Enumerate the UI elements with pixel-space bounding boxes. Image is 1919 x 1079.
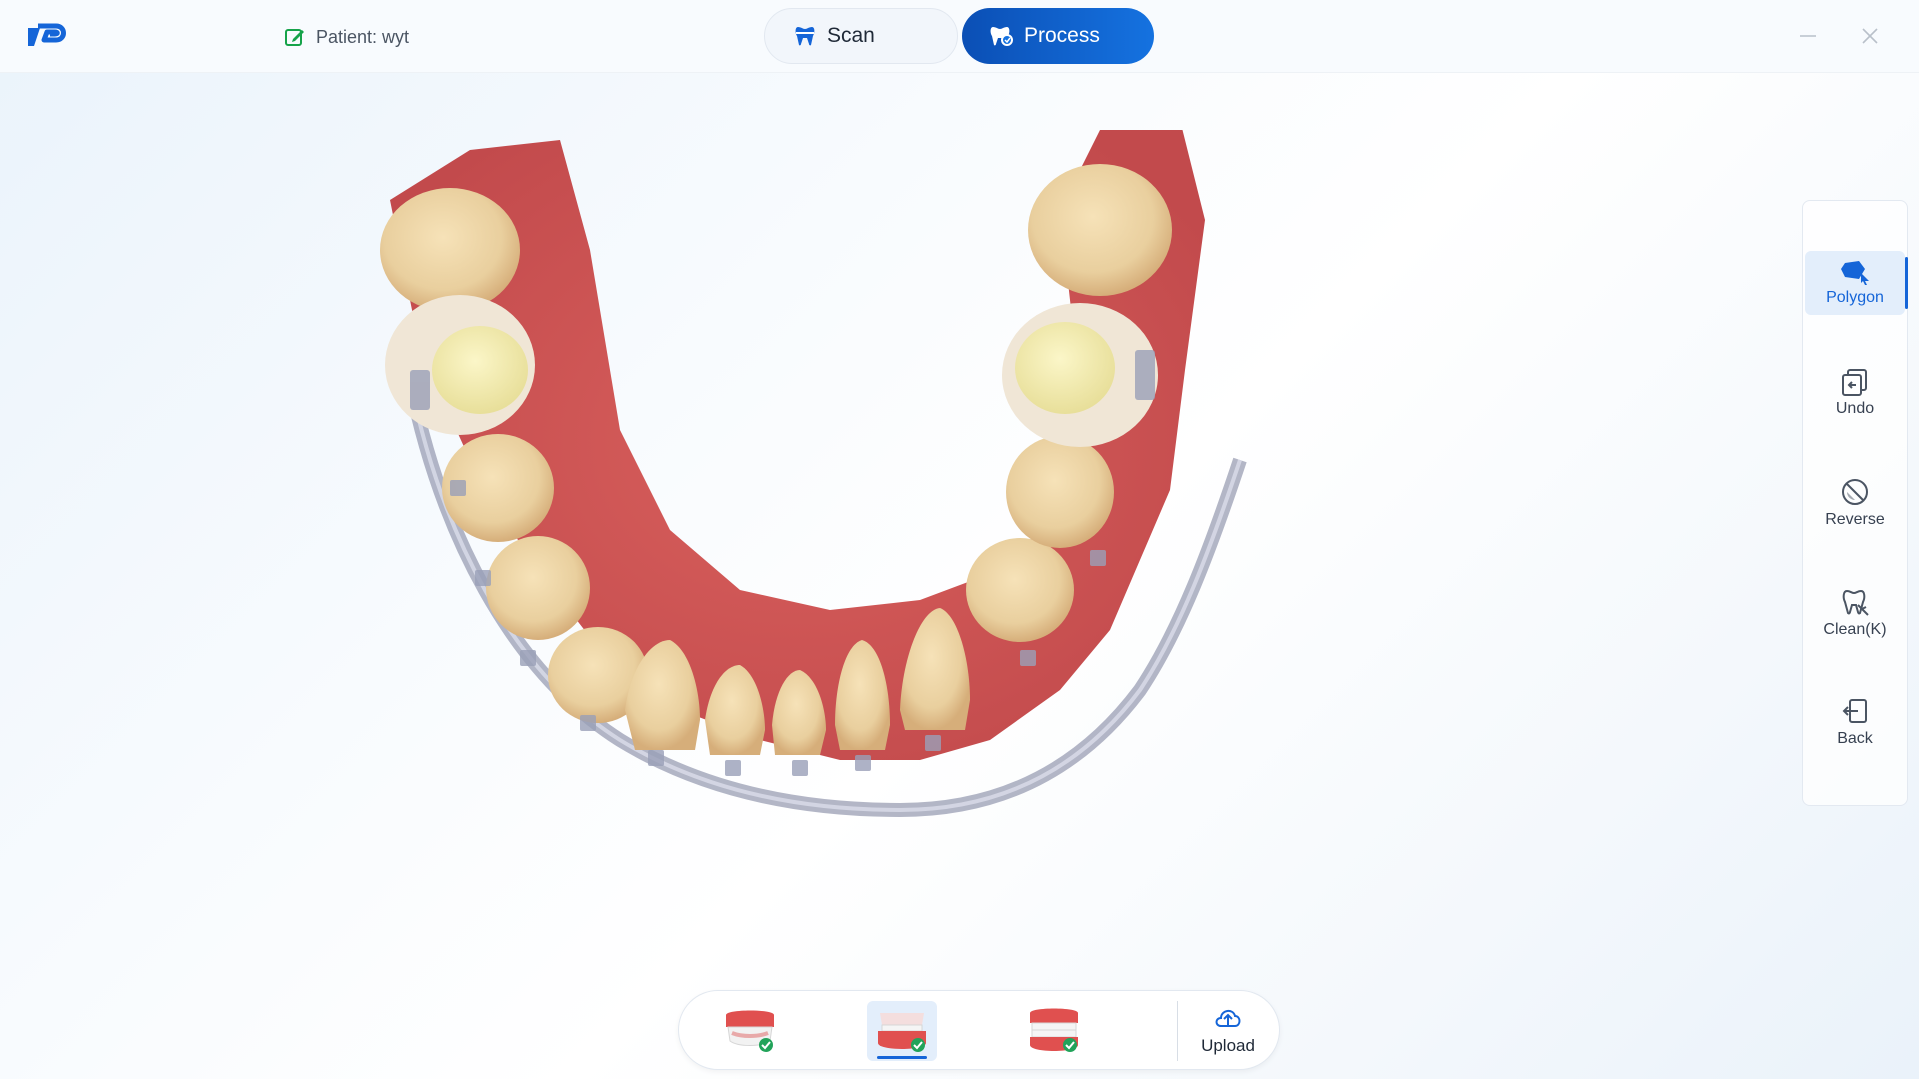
minimize-icon[interactable]: [1794, 22, 1822, 50]
mode-tabs: Scan Process: [764, 8, 1154, 64]
polygon-button[interactable]: Polygon: [1805, 251, 1908, 315]
cloud-upload-icon: [1215, 1010, 1241, 1027]
bite-icon: [1030, 1008, 1078, 1052]
polygon-select-icon: [1841, 261, 1869, 285]
tab-process[interactable]: Process: [962, 8, 1154, 64]
reverse-label: Reverse: [1825, 511, 1885, 528]
clean-label: Clean(K): [1823, 621, 1887, 638]
dental-scan-model[interactable]: [380, 130, 1490, 970]
undo-button[interactable]: Undo: [1805, 361, 1905, 425]
tab-scan[interactable]: Scan: [764, 8, 958, 64]
title-bar: Patient: wyt Scan Process: [0, 0, 1919, 73]
back-icon: [1842, 699, 1867, 723]
bite-button[interactable]: [1019, 1001, 1089, 1061]
upload-label: Upload: [1201, 1036, 1255, 1055]
tooth-process-icon: [990, 27, 1013, 46]
clean-icon: [1842, 589, 1869, 616]
lower-jaw-button[interactable]: [867, 1001, 937, 1061]
jaw-selector-bar: Upload: [678, 990, 1280, 1070]
patient-name: Patient: wyt: [316, 26, 410, 47]
back-button[interactable]: Back: [1805, 691, 1905, 755]
tab-scan-label: Scan: [827, 24, 875, 47]
upload-button[interactable]: Upload: [1183, 1001, 1273, 1061]
tooth-scan-icon: [795, 27, 815, 46]
polygon-label: Polygon: [1826, 289, 1884, 306]
active-indicator: [1905, 257, 1908, 309]
upper-jaw-button[interactable]: [715, 1001, 785, 1061]
tab-process-label: Process: [1024, 24, 1100, 47]
reverse-button[interactable]: Reverse: [1805, 471, 1905, 535]
back-label: Back: [1837, 730, 1873, 747]
clean-button[interactable]: Clean(K): [1805, 581, 1905, 645]
app-logo-icon: [28, 23, 66, 46]
close-icon[interactable]: [1856, 22, 1884, 50]
divider: [1177, 1001, 1178, 1061]
undo-label: Undo: [1835, 400, 1875, 417]
upper-jaw-icon: [726, 1010, 774, 1052]
right-toolbar: Polygon Undo Reverse Clean(K) Back: [1802, 200, 1908, 806]
reverse-icon: [1842, 479, 1868, 505]
undo-icon: [1842, 369, 1867, 396]
patient-info[interactable]: Patient: wyt: [284, 24, 409, 50]
edit-icon: [285, 29, 304, 46]
lower-jaw-icon: [878, 1013, 926, 1052]
